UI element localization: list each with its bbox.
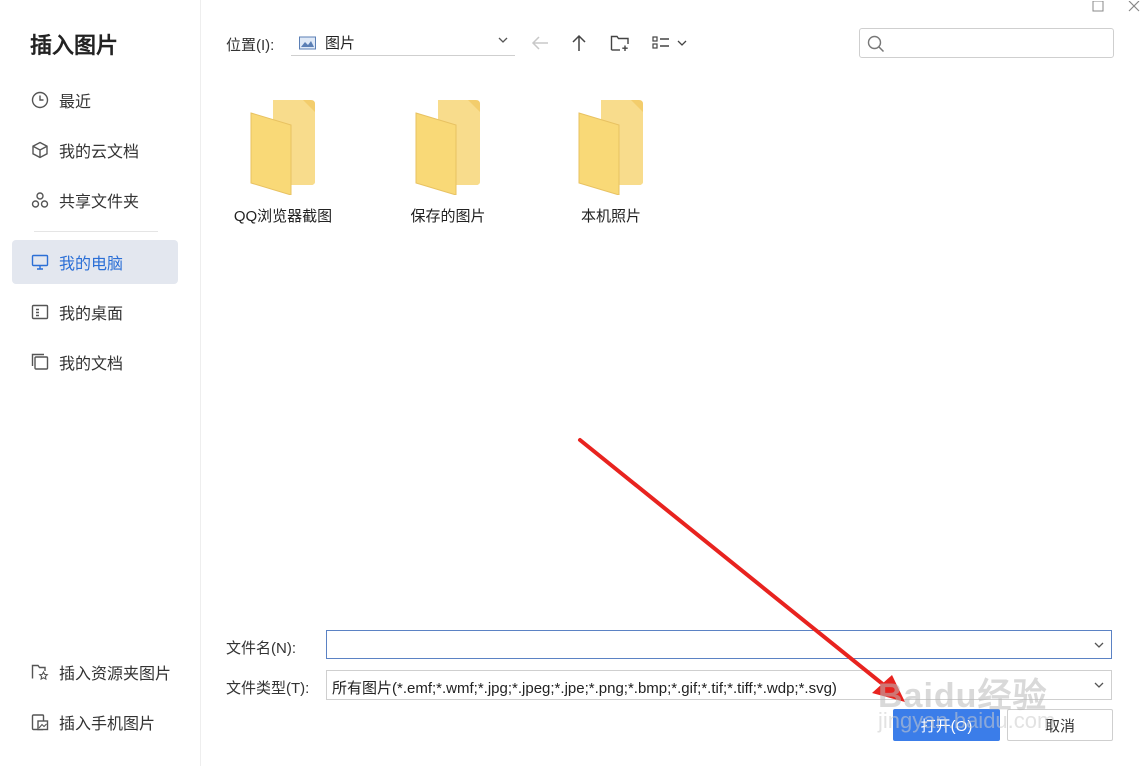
pictures-folder-icon (299, 36, 316, 49)
sidebar: 插入图片 最近 我的云文档 共享文件夹 我的电脑 我的桌面 我的文档 插入资源夹… (0, 0, 201, 766)
back-button[interactable] (528, 31, 552, 55)
arrow-left-icon (531, 36, 548, 50)
folder-star-icon (31, 663, 49, 681)
phone-image-icon (31, 713, 49, 731)
filetype-value: 所有图片(*.emf;*.wmf;*.jpg;*.jpeg;*.jpe;*.pn… (332, 680, 837, 697)
sidebar-item-shared-folder[interactable]: 共享文件夹 (12, 178, 178, 222)
sidebar-item-label: 我的文档 (59, 356, 124, 373)
close-button[interactable] (1125, 0, 1143, 14)
sidebar-item-label: 插入资源夹图片 (59, 666, 172, 683)
sidebar-item-cloud-docs[interactable]: 我的云文档 (12, 128, 178, 172)
arrow-up-icon (572, 34, 586, 51)
close-icon (1128, 1, 1140, 12)
open-button[interactable]: 打开(O) (893, 709, 1000, 741)
sidebar-item-documents[interactable]: 我的文档 (12, 340, 178, 384)
filetype-dropdown[interactable]: 所有图片(*.emf;*.wmf;*.jpg;*.jpeg;*.jpe;*.pn… (326, 670, 1112, 700)
location-label: 位置(I): (226, 37, 275, 54)
filename-label: 文件名(N): (226, 640, 296, 657)
new-folder-icon (610, 35, 629, 51)
chevron-down-icon (1094, 682, 1104, 688)
maximize-icon (1092, 1, 1104, 12)
folder-icon (415, 100, 480, 195)
sidebar-item-label: 共享文件夹 (59, 194, 140, 211)
dialog-title: 插入图片 (30, 33, 119, 58)
share-nodes-icon (31, 191, 49, 209)
search-icon (867, 35, 885, 53)
sidebar-item-label: 我的电脑 (59, 256, 124, 273)
search-input[interactable] (890, 32, 1109, 54)
sidebar-item-my-computer[interactable]: 我的电脑 (12, 240, 178, 284)
view-mode-button[interactable] (650, 31, 690, 55)
maximize-button[interactable] (1089, 0, 1107, 14)
clock-icon (31, 91, 49, 109)
location-value: 图片 (325, 35, 356, 52)
documents-icon (31, 353, 49, 371)
location-dropdown[interactable]: 图片 (291, 30, 515, 56)
sidebar-item-insert-phone-images[interactable]: 插入手机图片 (12, 700, 178, 744)
sidebar-item-recent[interactable]: 最近 (12, 78, 178, 122)
chevron-down-icon (498, 37, 508, 43)
sidebar-item-desktop[interactable]: 我的桌面 (12, 290, 178, 334)
folder-icon (250, 100, 315, 195)
folder-label: 保存的图片 (410, 208, 486, 225)
sidebar-item-label: 最近 (59, 94, 92, 111)
up-button[interactable] (567, 31, 591, 55)
filetype-label: 文件类型(T): (226, 680, 310, 697)
desktop-icon (31, 303, 49, 321)
monitor-icon (31, 253, 49, 271)
list-view-icon (652, 36, 687, 49)
sidebar-item-insert-resource-images[interactable]: 插入资源夹图片 (12, 650, 178, 694)
folder-item[interactable]: 本机照片 (546, 95, 676, 240)
search-field[interactable] (859, 28, 1114, 58)
sidebar-divider (34, 231, 158, 232)
cloud-box-icon (31, 141, 49, 159)
filename-field[interactable] (326, 630, 1112, 659)
folder-icon (578, 100, 643, 195)
folder-label: QQ浏览器截图 (233, 208, 333, 225)
folder-item[interactable]: QQ浏览器截图 (218, 95, 348, 240)
sidebar-item-label: 我的桌面 (59, 306, 124, 323)
new-folder-button[interactable] (608, 31, 632, 55)
filename-input[interactable] (331, 635, 1085, 657)
folder-item[interactable]: 保存的图片 (383, 95, 513, 240)
folder-label: 本机照片 (580, 208, 641, 225)
sidebar-item-label: 我的云文档 (59, 144, 140, 161)
sidebar-item-label: 插入手机图片 (59, 716, 156, 733)
chevron-down-icon[interactable] (1093, 639, 1105, 651)
cancel-button[interactable]: 取消 (1007, 709, 1113, 741)
